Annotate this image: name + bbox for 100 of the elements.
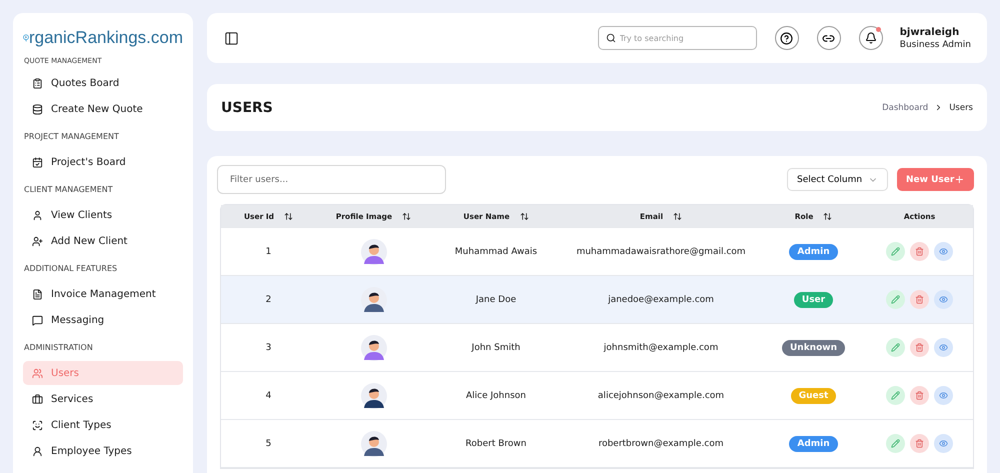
table-cell-text: 3 [264,342,272,352]
search-field[interactable]: Try to searching [598,26,757,50]
sidebar-item[interactable]: Services [23,387,183,411]
sidebar-item[interactable]: Employee Types [23,439,183,463]
sidebar-item[interactable]: View Clients [23,203,183,227]
role-badge: Admin [789,244,838,260]
delete-button[interactable] [910,290,929,309]
table-cell-text: muhammadawaisrathore@gmail.com [575,246,747,256]
sidebar-item[interactable]: Quotes Board [23,71,183,95]
table-cell-text: John Smith [470,342,522,352]
document-icon [32,288,43,300]
table-cell-text: johnsmith@example.com [602,342,720,352]
user-plus-icon [32,236,43,246]
sidebar-item[interactable]: Add New Client [23,229,183,253]
edit-button[interactable] [886,290,905,309]
sidebar-item-label: Create New Quote [51,104,143,114]
table-cell-text: 4 [264,390,272,400]
eye-icon [939,247,948,256]
link-button[interactable] [816,26,841,50]
eye-icon [939,295,948,304]
role-badge: Unknown [782,340,845,356]
section-heading: CLIENT MANAGEMENT [23,184,114,196]
sidebar-item-label: Project's Board [51,156,126,168]
pencil-icon [891,343,900,352]
pencil-icon [891,295,900,304]
face-scan-icon [32,420,43,430]
pencil-icon [891,247,900,256]
users-icon [32,368,43,378]
person-icon [32,446,43,456]
delete-button[interactable] [910,434,929,453]
section-heading: ADMINISTRATION [23,342,94,354]
edit-button[interactable] [886,242,905,261]
view-button[interactable] [934,242,953,261]
message-icon [32,314,43,326]
sidebar-item-label: Client Types [51,420,112,430]
edit-button[interactable] [886,434,905,453]
trash-icon [915,343,924,352]
view-button[interactable] [934,338,953,357]
user-name: bjwraleigh [900,26,960,38]
delete-button[interactable] [910,386,929,405]
table-cell-text: 5 [264,438,272,448]
edit-button[interactable] [886,386,905,405]
breadcrumb-link[interactable]: Dashboard [882,102,928,112]
breadcrumb-link[interactable]: Users [949,102,973,112]
trash-icon [915,391,924,400]
edit-button[interactable] [886,338,905,357]
view-button[interactable] [934,434,953,453]
table-cell-text: robertbrown@example.com [597,438,725,448]
table-cell-text: janedoe@example.com [607,294,715,304]
eye-icon [939,343,948,352]
table-cell-text: Muhammad Awais [454,246,538,256]
search-icon [606,33,616,43]
sort-icon[interactable] [284,212,294,220]
table-cell-text: Alice Johnson [465,390,527,400]
sort-icon[interactable] [520,212,529,220]
eye-icon [939,391,948,400]
sort-icon[interactable] [823,212,832,220]
database-icon [32,104,43,114]
column-select[interactable]: Select Column [787,168,888,191]
sort-icon[interactable] [673,212,682,220]
sidebar-item-label: Services [51,394,94,404]
user-role: Business Admin [900,40,971,50]
help-button[interactable] [774,26,799,50]
role-badge: Admin [789,436,838,452]
pencil-icon [891,391,900,400]
notification-button[interactable] [858,26,883,50]
sidebar-toggle-icon[interactable] [224,30,239,46]
delete-button[interactable] [910,242,929,261]
sidebar-item[interactable]: Invoice Management [23,282,183,306]
trash-icon [915,439,924,448]
eye-icon [939,439,948,448]
sidebar-item[interactable]: Messaging [23,308,183,332]
sidebar-item-label: Users [51,368,80,378]
bell-icon [864,32,877,44]
pencil-icon [891,439,900,448]
logo-text: rganicRankings.com [28,28,183,48]
role-badge: User [794,292,834,308]
sidebar-item[interactable]: Create New Quote [23,97,183,121]
trash-icon [915,247,924,256]
sidebar-item[interactable]: Client Types [23,413,183,437]
table-row[interactable]: 2 Jane Doe janedoe@example.com User [221,276,973,324]
user-icon [32,210,43,220]
table-cell-text: Robert Brown [464,438,528,448]
view-button[interactable] [934,386,953,405]
view-button[interactable] [934,290,953,309]
briefcase-icon [32,394,43,404]
help-icon [780,32,794,44]
table-cell-text: Jane Doe [474,294,518,304]
sidebar-item-label: Add New Client [51,236,128,246]
sidebar-item-label: Quotes Board [51,78,120,88]
trash-icon [915,295,924,304]
plus-icon [954,174,965,185]
sidebar-item[interactable]: Project's Board [23,150,183,174]
sidebar-item-label: View Clients [51,210,112,220]
filter-field[interactable]: Filter users... [217,165,446,194]
sort-icon[interactable] [402,212,412,220]
sidebar-item-label: Employee Types [51,446,132,456]
delete-button[interactable] [910,338,929,357]
section-heading: ADDITIONAL FEATURES [23,263,118,275]
section-heading: PROJECT MANAGEMENT [23,131,120,143]
